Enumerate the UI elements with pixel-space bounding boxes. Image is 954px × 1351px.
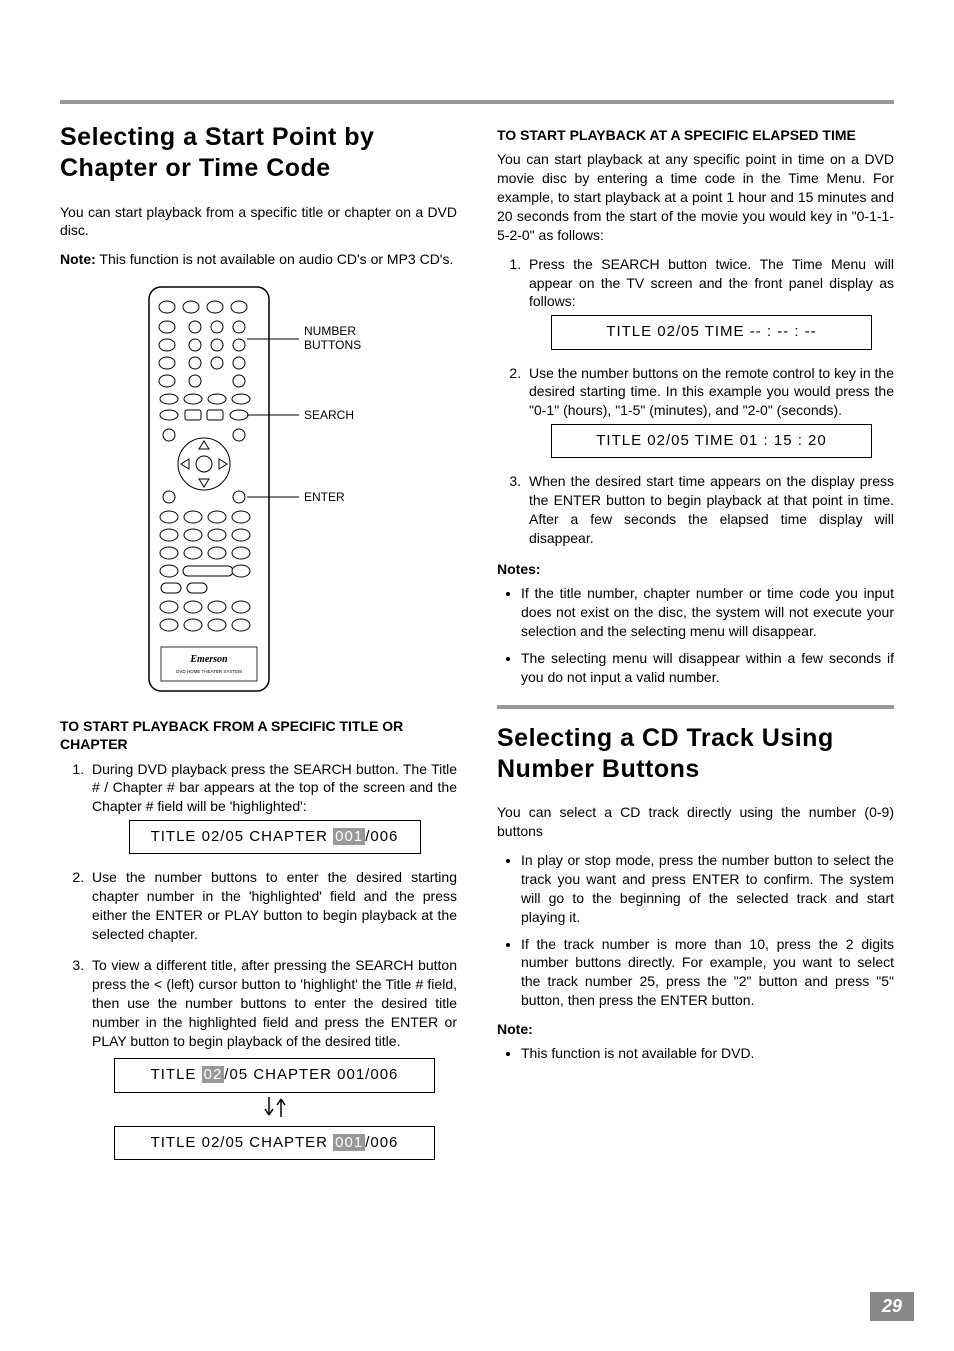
heading-cd-track: Selecting a CD Track Using Number Button… bbox=[497, 723, 894, 786]
display-text: /006 bbox=[365, 828, 398, 845]
callout-search: SEARCH bbox=[304, 408, 354, 422]
note-line: Note: This function is not available on … bbox=[60, 250, 457, 269]
heading-line: Selecting a CD Track Using bbox=[497, 723, 894, 754]
osd-display-chapter: TITLE 02/05 CHAPTER 001/006 bbox=[129, 820, 421, 854]
remote-brand-text: Emerson bbox=[189, 654, 228, 665]
heading-line: Chapter or Time Code bbox=[60, 153, 457, 184]
left-column: Selecting a Start Point by Chapter or Ti… bbox=[60, 122, 457, 1172]
osd-display-time-filled: TITLE 02/05 TIME 01 : 15 : 20 bbox=[551, 424, 872, 458]
display-highlight: 001 bbox=[333, 828, 365, 845]
heading-line: Number Buttons bbox=[497, 754, 894, 785]
time-steps: Press the SEARCH button twice. The Time … bbox=[497, 255, 894, 548]
list-item: Use the number buttons to enter the desi… bbox=[88, 868, 457, 944]
display-highlight: 001 bbox=[333, 1134, 365, 1151]
heading-start-point: Selecting a Start Point by Chapter or Ti… bbox=[60, 122, 457, 185]
callout-number-buttons: NUMBERBUTTONS bbox=[304, 324, 361, 352]
step-text: To view a different title, after pressin… bbox=[92, 957, 457, 1049]
osd-display-title-hl: TITLE 02/05 CHAPTER 001/006 bbox=[114, 1058, 435, 1092]
swap-arrows-icon bbox=[114, 1093, 435, 1126]
display-text: TITLE 02/05 CHAPTER bbox=[151, 1134, 334, 1151]
list-item: During DVD playback press the SEARCH but… bbox=[88, 760, 457, 855]
list-item: When the desired start time appears on t… bbox=[525, 472, 894, 548]
cd-note-list: This function is not available for DVD. bbox=[497, 1044, 894, 1063]
cd-note-label: Note: bbox=[497, 1020, 894, 1038]
list-item: To view a different title, after pressin… bbox=[88, 956, 457, 1160]
remote-diagram: Emerson DVD HOME THEATER SYSTEM NUMBERBU… bbox=[60, 279, 457, 699]
list-item: The selecting menu will disappear within… bbox=[521, 649, 894, 687]
step-text: Press the SEARCH button twice. The Time … bbox=[529, 256, 894, 310]
display-text: TITLE bbox=[151, 1066, 202, 1083]
intro-paragraph: You can start playback from a specific t… bbox=[60, 203, 457, 241]
list-item: If the title number, chapter number or t… bbox=[521, 584, 894, 641]
notes-list: If the title number, chapter number or t… bbox=[497, 584, 894, 686]
step-text: Use the number buttons on the remote con… bbox=[529, 365, 894, 419]
content-columns: Selecting a Start Point by Chapter or Ti… bbox=[60, 122, 894, 1172]
remote-svg: Emerson DVD HOME THEATER SYSTEM NUMBERBU… bbox=[139, 279, 379, 699]
step-text: During DVD playback press the SEARCH but… bbox=[92, 761, 457, 815]
osd-display-swap: TITLE 02/05 CHAPTER 001/006 TITLE 02/05 … bbox=[114, 1058, 435, 1160]
subhead-elapsed-time: TO START PLAYBACK AT A SPECIFIC ELAPSED … bbox=[497, 126, 894, 144]
cd-bullets: In play or stop mode, press the number b… bbox=[497, 851, 894, 1010]
top-rule bbox=[60, 100, 894, 104]
note-label: Note: bbox=[60, 251, 96, 267]
note-text: This function is not available on audio … bbox=[99, 251, 453, 267]
right-column: TO START PLAYBACK AT A SPECIFIC ELAPSED … bbox=[497, 122, 894, 1172]
list-item: Use the number buttons on the remote con… bbox=[525, 364, 894, 459]
osd-display-time-blank: TITLE 02/05 TIME -- : -- : -- bbox=[551, 315, 872, 349]
title-chapter-steps: During DVD playback press the SEARCH but… bbox=[60, 760, 457, 1160]
heading-line: Selecting a Start Point by bbox=[60, 122, 457, 153]
display-text: /006 bbox=[365, 1134, 398, 1151]
subhead-title-chapter: TO START PLAYBACK FROM A SPECIFIC TITLE … bbox=[60, 717, 457, 753]
list-item: If the track number is more than 10, pre… bbox=[521, 935, 894, 1011]
page-number: 29 bbox=[870, 1292, 914, 1321]
time-intro: You can start playback at any specific p… bbox=[497, 150, 894, 244]
display-highlight: 02 bbox=[202, 1066, 225, 1083]
display-text: /05 CHAPTER 001/006 bbox=[224, 1066, 398, 1083]
callout-enter: ENTER bbox=[304, 490, 345, 504]
remote-sub-text: DVD HOME THEATER SYSTEM bbox=[176, 669, 242, 674]
section-rule bbox=[497, 705, 894, 709]
osd-display-chapter-hl: TITLE 02/05 CHAPTER 001/006 bbox=[114, 1126, 435, 1160]
cd-intro: You can select a CD track directly using… bbox=[497, 803, 894, 841]
notes-label: Notes: bbox=[497, 560, 894, 578]
display-text: TITLE 02/05 CHAPTER bbox=[151, 828, 334, 845]
list-item: This function is not available for DVD. bbox=[521, 1044, 894, 1063]
list-item: In play or stop mode, press the number b… bbox=[521, 851, 894, 927]
list-item: Press the SEARCH button twice. The Time … bbox=[525, 255, 894, 350]
